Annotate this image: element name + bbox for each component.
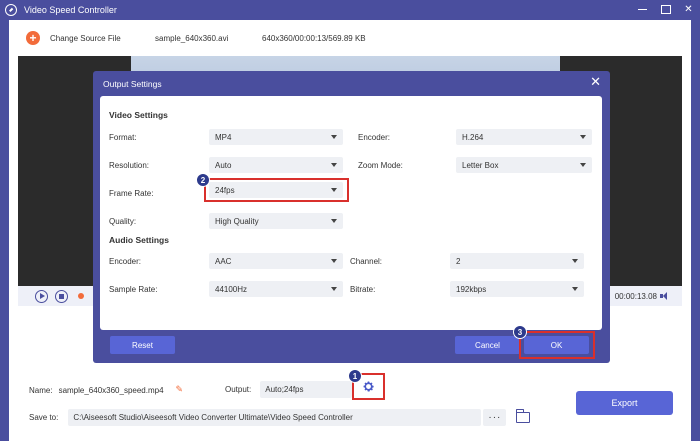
export-button[interactable]: Export: [576, 391, 673, 415]
zoom-mode-label: Zoom Mode:: [358, 161, 403, 170]
browse-more-button[interactable]: ···: [483, 409, 507, 426]
window-title: Video Speed Controller: [24, 5, 117, 15]
chevron-down-icon: [331, 287, 337, 291]
chevron-down-icon: [580, 163, 586, 167]
dialog-body: Video Settings Format: MP4 Encoder: H.26…: [100, 96, 602, 330]
zoom-mode-value: Letter Box: [462, 160, 499, 170]
output-name: sample_640x360_speed.mp4: [58, 385, 164, 395]
encoder-label: Encoder:: [358, 133, 391, 142]
audio-encoder-label: Encoder:: [109, 257, 142, 266]
app-logo-icon: [5, 4, 17, 16]
playback-time: 00:00:13.08: [614, 291, 657, 301]
output-label: Output:: [225, 385, 252, 394]
chevron-down-icon: [331, 219, 337, 223]
change-source-button[interactable]: Change Source File: [50, 34, 121, 43]
frame-rate-value: 24fps: [215, 185, 235, 195]
video-settings-heading: Video Settings: [109, 110, 168, 120]
frame-rate-select[interactable]: 24fps: [209, 182, 343, 198]
add-source-icon[interactable]: +: [26, 31, 40, 45]
cancel-button[interactable]: Cancel: [455, 336, 520, 354]
chevron-down-icon: [580, 135, 586, 139]
chevron-down-icon: [572, 287, 578, 291]
name-label: Name:: [29, 385, 53, 395]
channel-value: 2: [456, 256, 461, 266]
dialog-close-icon[interactable]: ✕: [590, 75, 601, 88]
dialog-title: Output Settings: [103, 79, 162, 89]
save-path-field[interactable]: C:\Aiseesoft Studio\Aiseesoft Video Conv…: [68, 409, 482, 426]
chevron-down-icon: [331, 259, 337, 263]
window-frame-right: [691, 20, 700, 441]
sample-rate-select[interactable]: 44100Hz: [209, 281, 343, 297]
ok-button[interactable]: OK: [524, 336, 589, 354]
encoder-select[interactable]: H.264: [456, 129, 592, 145]
encoder-value: H.264: [462, 132, 484, 142]
edit-name-icon[interactable]: ✎: [176, 385, 186, 395]
format-label: Format:: [109, 133, 137, 142]
play-button[interactable]: [35, 289, 48, 303]
open-folder-icon[interactable]: [515, 409, 531, 423]
audio-encoder-value: AAC: [215, 256, 232, 266]
output-settings-dialog: Output Settings ✕ Video Settings Format:…: [93, 71, 610, 363]
frame-rate-label: Frame Rate:: [109, 189, 154, 198]
source-file-info: 640x360/00:00:13/569.89 KB: [262, 33, 366, 43]
output-panel: Name: sample_640x360_speed.mp4 ✎ Output:…: [9, 369, 691, 441]
maximize-icon[interactable]: [660, 3, 671, 15]
quality-select[interactable]: High Quality: [209, 213, 343, 229]
stop-button[interactable]: [55, 289, 68, 303]
sample-rate-label: Sample Rate:: [109, 285, 158, 294]
sample-rate-value: 44100Hz: [215, 284, 248, 294]
window-frame-left: [0, 20, 9, 441]
quality-value: High Quality: [215, 216, 259, 226]
step-badge-1: 1: [348, 369, 362, 383]
resolution-select[interactable]: Auto: [209, 157, 343, 173]
output-format-field[interactable]: Auto;24fps: [260, 381, 353, 398]
step-badge-3: 3: [513, 325, 527, 339]
audio-encoder-select[interactable]: AAC: [209, 253, 343, 269]
chevron-down-icon: [331, 188, 337, 192]
step-badge-2: 2: [196, 173, 210, 187]
source-file-name: sample_640x360.avi: [155, 33, 229, 43]
top-bar: + Change Source File sample_640x360.avi …: [9, 20, 691, 56]
resolution-value: Auto: [215, 160, 232, 170]
format-value: MP4: [215, 132, 232, 142]
channel-select[interactable]: 2: [450, 253, 584, 269]
chevron-down-icon: [331, 163, 337, 167]
save-to-label: Save to:: [29, 413, 59, 422]
title-bar: Video Speed Controller ✕: [0, 0, 700, 20]
quality-label: Quality:: [109, 217, 137, 226]
close-icon[interactable]: ✕: [683, 3, 694, 15]
gear-icon[interactable]: [362, 380, 375, 393]
bitrate-label: Bitrate:: [350, 285, 376, 294]
format-select[interactable]: MP4: [209, 129, 343, 145]
bitrate-value: 192kbps: [456, 284, 487, 294]
minimize-icon[interactable]: [637, 3, 648, 15]
chevron-down-icon: [331, 135, 337, 139]
audio-settings-heading: Audio Settings: [109, 235, 169, 245]
reset-button[interactable]: Reset: [110, 336, 175, 354]
zoom-mode-select[interactable]: Letter Box: [456, 157, 592, 173]
volume-icon[interactable]: [660, 291, 672, 301]
chevron-down-icon: [572, 259, 578, 263]
resolution-label: Resolution:: [109, 161, 150, 170]
bitrate-select[interactable]: 192kbps: [450, 281, 584, 297]
channel-label: Channel:: [350, 257, 383, 266]
seek-handle[interactable]: [78, 293, 84, 299]
